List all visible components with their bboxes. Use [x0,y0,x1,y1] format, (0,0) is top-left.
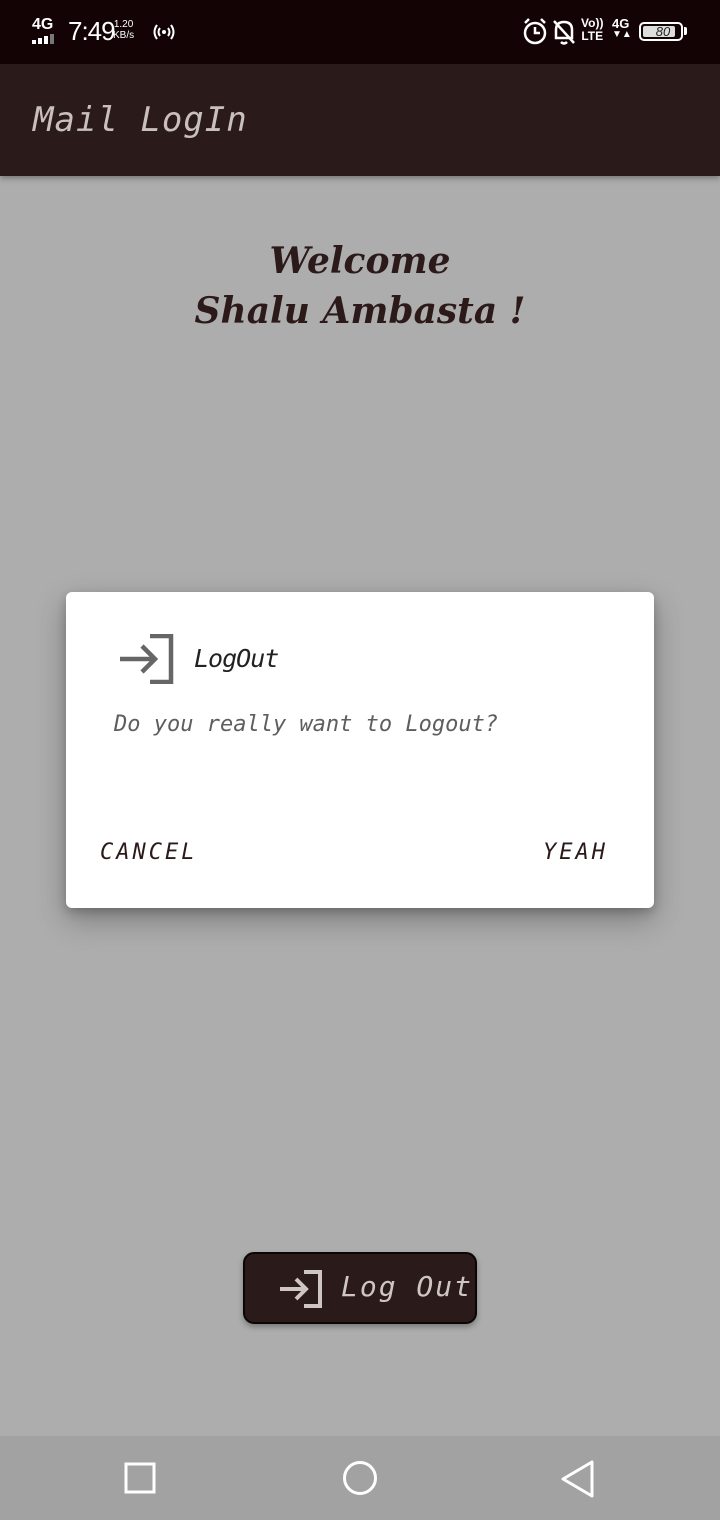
back-icon[interactable] [560,1460,596,1498]
welcome-message: Welcome Shalu Ambasta ! [0,236,720,336]
hotspot-icon [153,24,175,40]
logout-dialog: LogOut Do you really want to Logout? CAN… [66,592,654,908]
confirm-logout-button[interactable]: YEAH [543,840,608,865]
battery-icon: 80 [639,22,683,41]
signal-icon [32,34,54,44]
network-type-label: 4G [32,16,54,33]
mobile-data-indicator: 4G ▼▲ [612,17,632,40]
battery-tip [684,27,687,35]
app-bar: Mail LogIn [0,64,720,176]
login-arrow-icon [120,634,174,684]
alarm-icon [523,18,547,45]
logout-button[interactable]: Log Out [243,1252,477,1324]
data-arrows-icon: ▼▲ [612,29,632,40]
status-bar: 4G 7:49 1.20 KB/s Vo)) LTE 4G ▼▲ 80 [0,0,720,64]
home-icon[interactable] [341,1460,379,1496]
network-speed-unit: KB/s [113,30,135,41]
network-speed-value: 1.20 [113,19,134,30]
network-speed: 1.20 KB/s [113,19,134,41]
clock: 7:49 [68,16,116,46]
cancel-button[interactable]: CANCEL [100,840,197,865]
app-title: Mail LogIn [33,100,248,140]
user-name: Shalu Ambasta ! [194,290,526,332]
welcome-line: Welcome [269,240,451,282]
lte-label: LTE [581,29,604,43]
battery-level: 80 [655,24,671,39]
recent-apps-icon[interactable] [124,1460,156,1496]
notifications-off-icon [553,20,575,45]
system-nav-bar [0,1436,720,1520]
dialog-message: Do you really want to Logout? [114,712,499,737]
logout-button-label: Log Out [341,1270,474,1303]
login-arrow-icon [280,1270,322,1308]
volte-indicator: Vo)) LTE [581,17,603,43]
dialog-title: LogOut [194,644,279,673]
